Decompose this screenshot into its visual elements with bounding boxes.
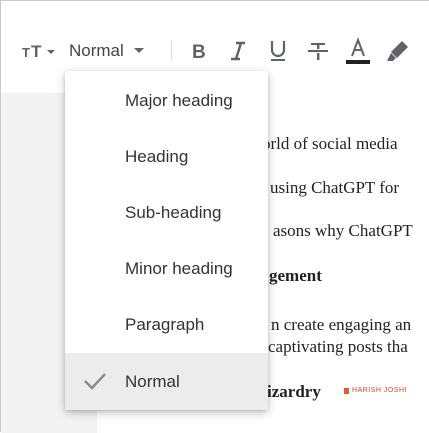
strikethrough-icon <box>307 40 329 62</box>
svg-text:T: T <box>22 45 30 60</box>
menu-item-label: Major heading <box>125 91 233 110</box>
document-line: orld of social media <box>262 134 398 153</box>
chevron-down-icon <box>133 48 144 54</box>
menu-item-label: Normal <box>125 371 180 391</box>
logo-text: HARISH JOSHI <box>352 387 408 394</box>
svg-text:B: B <box>192 42 206 62</box>
text-size-icon: T T <box>21 40 57 62</box>
menu-item-normal[interactable]: Normal <box>65 353 268 410</box>
underline-button[interactable] <box>265 36 291 66</box>
check-icon <box>83 371 107 396</box>
italic-icon <box>228 40 248 62</box>
logo-mark-icon <box>344 387 349 394</box>
document-line: using ChatGPT for <box>270 178 400 197</box>
style-select-value: Normal <box>69 41 124 60</box>
text-color-icon <box>345 37 371 65</box>
menu-item-label: Sub-heading <box>125 203 222 222</box>
italic-button[interactable] <box>225 36 251 66</box>
menu-item-sub-heading[interactable]: Sub-heading <box>65 185 268 241</box>
menu-item-label: Paragraph <box>125 315 205 334</box>
menu-item-label: Heading <box>125 147 189 166</box>
toolbar-divider <box>171 41 172 61</box>
svg-text:T: T <box>31 42 42 61</box>
highlight-button[interactable] <box>384 36 412 66</box>
document-line: n create engaging an <box>271 315 412 334</box>
menu-item-paragraph[interactable]: Paragraph <box>65 297 268 353</box>
strikethrough-button[interactable] <box>305 36 331 66</box>
paragraph-style-select[interactable]: Normal <box>69 37 144 65</box>
paragraph-style-dropdown: Major heading Heading Sub-heading Minor … <box>65 71 268 410</box>
document-heading: gement <box>269 266 322 285</box>
document-heading: izardry <box>267 382 321 401</box>
bold-icon: B <box>189 40 209 62</box>
author-logo: HARISH JOSHI <box>344 387 407 394</box>
underline-icon <box>268 39 288 63</box>
text-size-button[interactable]: T T <box>21 36 57 66</box>
menu-item-heading[interactable]: Heading <box>65 129 268 185</box>
editor-window: T T Normal B orld of social media using … <box>0 0 429 433</box>
bold-button[interactable]: B <box>186 36 212 66</box>
document-line: asons why ChatGPT <box>273 221 413 240</box>
menu-item-label: Minor heading <box>125 259 233 278</box>
menu-item-minor-heading[interactable]: Minor heading <box>65 241 268 297</box>
menu-item-major-heading[interactable]: Major heading <box>65 73 268 129</box>
highlighter-icon <box>386 39 410 63</box>
document-line: captivating posts tha <box>268 337 408 356</box>
text-color-button[interactable] <box>344 36 372 66</box>
